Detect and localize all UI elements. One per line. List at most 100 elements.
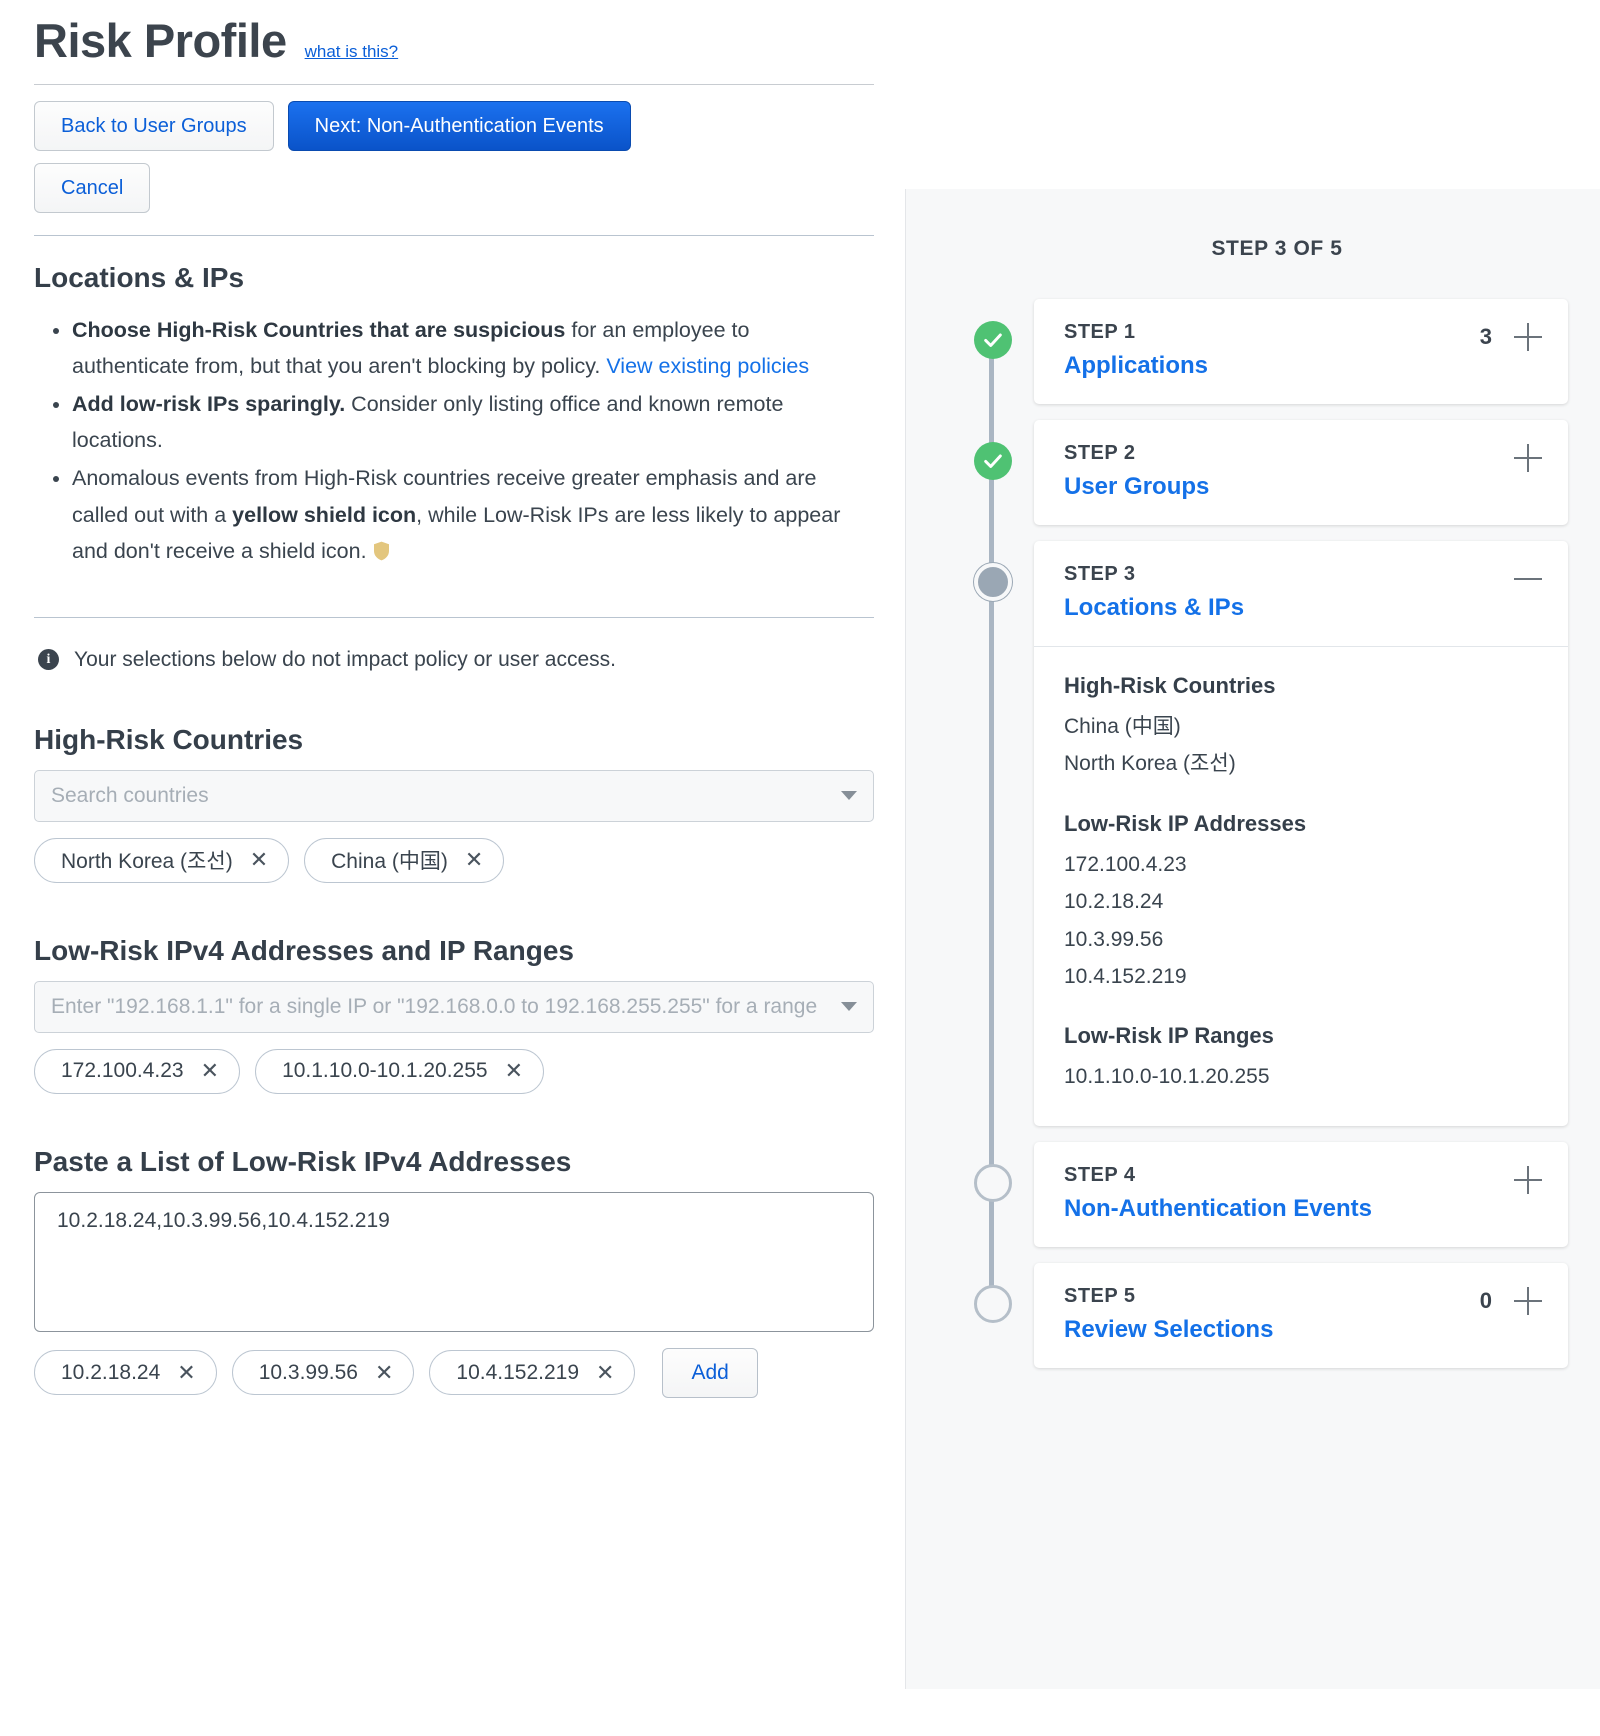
chevron-down-icon[interactable] xyxy=(841,1002,857,1012)
ip-chip[interactable]: 172.100.4.23 ✕ xyxy=(34,1048,241,1094)
close-icon[interactable]: ✕ xyxy=(375,1361,393,1384)
step-card-texts: STEP 2 User Groups xyxy=(1064,442,1492,501)
pasted-ip-chip[interactable]: 10.2.18.24 ✕ xyxy=(34,1350,217,1396)
stepper-rail: STEP 1 Applications 3 STEP 2 User Groups… xyxy=(906,299,1568,1368)
ip-entry-select[interactable]: Enter "192.168.1.1" for a single IP or "… xyxy=(34,980,874,1033)
step-card-locations-ips[interactable]: STEP 3 Locations & IPs High-Risk Countri… xyxy=(1034,541,1568,1126)
step-card-texts: STEP 3 Locations & IPs xyxy=(1064,563,1492,622)
guidance-item-countries: Choose High-Risk Countries that are susp… xyxy=(72,312,864,384)
ip-chip-label: 172.100.4.23 xyxy=(61,1059,184,1083)
country-search-select[interactable]: Search countries xyxy=(34,769,874,822)
minus-icon[interactable] xyxy=(1514,565,1542,593)
section-title: Locations & IPs xyxy=(34,262,245,294)
summary-title: Low-Risk IP Addresses xyxy=(1064,810,1307,836)
stepper-panel: STEP 3 OF 5 STEP 1 Applications 3 STEP 2… xyxy=(905,189,1600,1690)
step-card-texts: STEP 5 Review Selections xyxy=(1064,1285,1480,1344)
close-icon[interactable]: ✕ xyxy=(177,1361,195,1384)
pending-step-icon xyxy=(974,1163,1012,1202)
add-button[interactable]: Add xyxy=(662,1347,758,1398)
check-icon xyxy=(974,442,1012,481)
info-note: i Your selections below do not impact po… xyxy=(38,648,905,672)
step-kicker: STEP 1 xyxy=(1064,321,1136,344)
page-title: Risk Profile xyxy=(34,14,287,67)
primary-action-row: Back to User Groups Next: Non-Authentica… xyxy=(34,101,905,152)
actions-divider xyxy=(34,235,874,237)
close-icon[interactable]: ✕ xyxy=(201,1060,219,1082)
summary-title: Low-Risk IP Ranges xyxy=(1064,1023,1274,1049)
pasted-ip-chip-label: 10.2.18.24 xyxy=(61,1360,161,1384)
close-icon[interactable]: ✕ xyxy=(505,1060,523,1082)
summary-line: 10.4.152.219 xyxy=(1064,964,1187,988)
next-step-button[interactable]: Next: Non-Authentication Events xyxy=(287,101,631,152)
step-kicker: STEP 3 xyxy=(1064,563,1136,586)
country-chip[interactable]: China (中国) ✕ xyxy=(304,837,505,883)
summary-line: 10.3.99.56 xyxy=(1064,927,1164,951)
step-card-header: STEP 5 Review Selections 0 xyxy=(1034,1263,1568,1368)
high-risk-countries-label: High-Risk Countries xyxy=(34,723,304,755)
step-card-summary: High-Risk Countries China (中国) North Kor… xyxy=(1034,646,1568,1126)
step-link-review-selections[interactable]: Review Selections xyxy=(1064,1316,1480,1344)
close-icon[interactable]: ✕ xyxy=(250,849,268,871)
cancel-button[interactable]: Cancel xyxy=(34,163,151,214)
page-header: Risk Profile what is this? xyxy=(0,0,1600,68)
stepper-step-4: STEP 4 Non-Authentication Events xyxy=(974,1141,1568,1247)
step-count: 3 xyxy=(1479,324,1492,350)
ip-entry-placeholder: Enter "192.168.1.1" for a single IP or "… xyxy=(51,994,818,1018)
summary-group-countries: High-Risk Countries China (中国) North Kor… xyxy=(1064,673,1538,783)
step-card-controls xyxy=(1492,1164,1542,1194)
info-note-text: Your selections below do not impact poli… xyxy=(74,647,617,671)
guidance-list: Choose High-Risk Countries that are susp… xyxy=(34,312,864,569)
close-icon[interactable]: ✕ xyxy=(596,1361,614,1384)
summary-line: 10.2.18.24 xyxy=(1064,890,1164,914)
step-link-non-auth-events[interactable]: Non-Authentication Events xyxy=(1064,1195,1492,1223)
step-link-locations-ips[interactable]: Locations & IPs xyxy=(1064,594,1492,622)
summary-line: 172.100.4.23 xyxy=(1064,852,1187,876)
paste-list-label: Paste a List of Low-Risk IPv4 Addresses xyxy=(34,1145,572,1177)
plus-icon[interactable] xyxy=(1514,444,1542,473)
step-card-review-selections[interactable]: STEP 5 Review Selections 0 xyxy=(1034,1262,1568,1368)
chevron-down-icon[interactable] xyxy=(841,791,857,801)
step-kicker: STEP 2 xyxy=(1064,442,1136,465)
risk-profile-page: Risk Profile what is this? Back to User … xyxy=(0,0,1600,1736)
plus-icon[interactable] xyxy=(1514,323,1542,352)
step-progress-label: STEP 3 OF 5 xyxy=(1211,237,1343,261)
country-chip[interactable]: North Korea (조선) ✕ xyxy=(34,837,290,883)
summary-line: 10.1.10.0-10.1.20.255 xyxy=(1064,1065,1270,1089)
back-to-user-groups-button[interactable]: Back to User Groups xyxy=(34,101,274,152)
guidance-bold-shield: yellow shield icon xyxy=(232,502,417,527)
pasted-ip-chip[interactable]: 10.3.99.56 ✕ xyxy=(231,1350,415,1396)
shield-icon xyxy=(373,536,390,561)
step-link-user-groups[interactable]: User Groups xyxy=(1064,473,1492,501)
close-icon[interactable]: ✕ xyxy=(465,849,483,871)
current-step-icon xyxy=(974,563,1012,602)
step-card-controls: 3 xyxy=(1479,321,1542,352)
stepper-step-1: STEP 1 Applications 3 xyxy=(974,299,1568,405)
stepper-step-2: STEP 2 User Groups xyxy=(974,420,1568,526)
paste-list-textarea[interactable]: 10.2.18.24,10.3.99.56,10.4.152.219 xyxy=(34,1191,874,1332)
step-kicker: STEP 5 xyxy=(1064,1284,1136,1307)
step-link-applications[interactable]: Applications xyxy=(1064,352,1480,380)
step-card-non-auth-events[interactable]: STEP 4 Non-Authentication Events xyxy=(1034,1141,1568,1247)
secondary-action-row: Cancel xyxy=(34,163,905,214)
country-chip-label: China (中国) xyxy=(331,850,448,874)
plus-icon[interactable] xyxy=(1514,1165,1542,1194)
step-card-header: STEP 3 Locations & IPs xyxy=(1034,541,1568,646)
plus-icon[interactable] xyxy=(1514,1286,1542,1315)
guidance-bold-countries: Choose High-Risk Countries that are susp… xyxy=(72,318,566,343)
what-is-this-link[interactable]: what is this? xyxy=(305,42,399,62)
view-existing-policies-link[interactable]: View existing policies xyxy=(606,354,809,378)
step-card-header: STEP 1 Applications 3 xyxy=(1034,299,1568,404)
country-search-placeholder: Search countries xyxy=(51,783,209,807)
step-card-user-groups[interactable]: STEP 2 User Groups xyxy=(1034,420,1568,526)
ip-chip[interactable]: 10.1.10.0-10.1.20.255 ✕ xyxy=(255,1048,545,1094)
step-card-controls xyxy=(1492,563,1542,593)
pasted-ip-chip-label: 10.4.152.219 xyxy=(456,1360,580,1384)
step-card-applications[interactable]: STEP 1 Applications 3 xyxy=(1034,299,1568,405)
ip-chip-list: 172.100.4.23 ✕ 10.1.10.0-10.1.20.255 ✕ xyxy=(34,1048,905,1094)
stepper-step-5: STEP 5 Review Selections 0 xyxy=(974,1262,1568,1368)
pasted-ip-chip[interactable]: 10.4.152.219 ✕ xyxy=(429,1350,636,1396)
low-risk-ips-label: Low-Risk IPv4 Addresses and IP Ranges xyxy=(34,934,574,966)
summary-group-ip-ranges: Low-Risk IP Ranges 10.1.10.0-10.1.20.255 xyxy=(1064,1023,1538,1095)
page-layout: Back to User Groups Next: Non-Authentica… xyxy=(0,85,1600,1690)
step-card-header: STEP 4 Non-Authentication Events xyxy=(1034,1142,1568,1247)
